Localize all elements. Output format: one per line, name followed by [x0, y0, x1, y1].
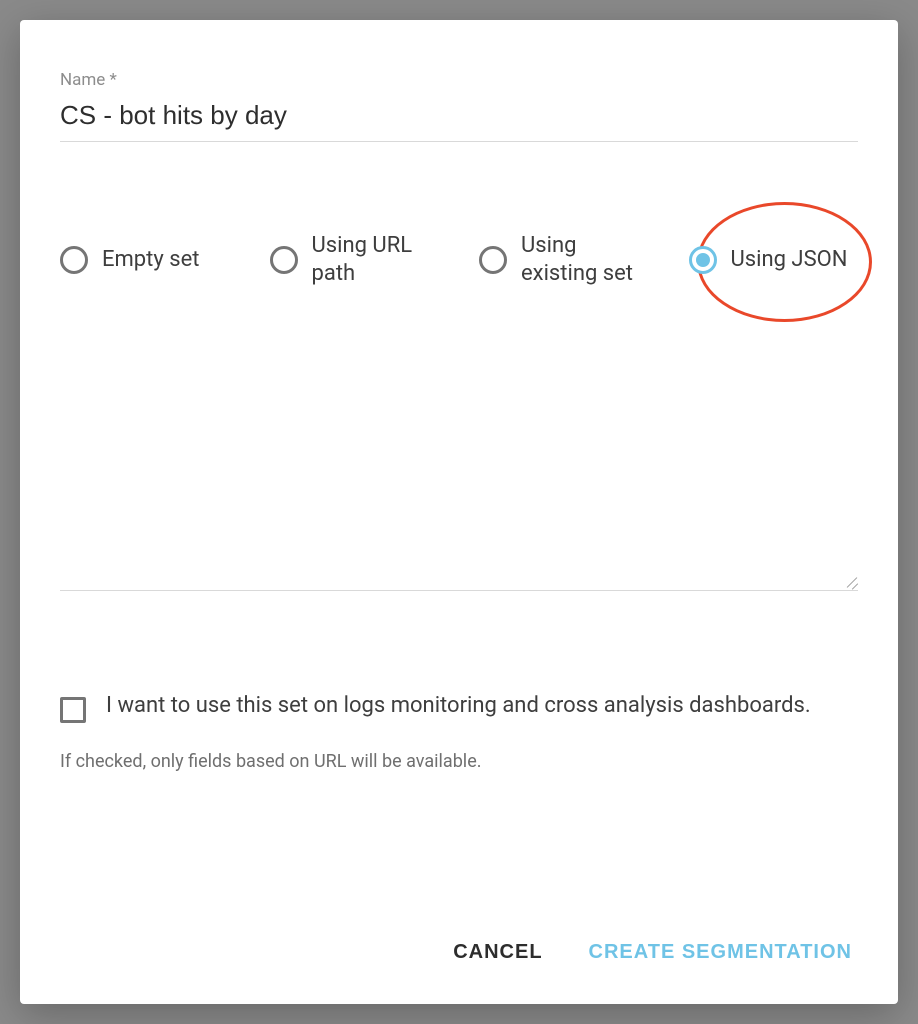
source-type-radio-group: Empty set Using URL path Using existing …: [60, 232, 858, 287]
create-segmentation-dialog: Name * Empty set Using URL path Using ex…: [20, 20, 898, 1004]
radio-icon: [60, 246, 88, 274]
name-field-label: Name *: [60, 70, 858, 90]
radio-option-url-path[interactable]: Using URL path: [270, 232, 440, 287]
cancel-button[interactable]: Cancel: [447, 931, 548, 974]
radio-label: Using URL path: [312, 232, 440, 287]
radio-label: Using JSON: [731, 246, 848, 274]
json-textarea[interactable]: [60, 311, 858, 590]
logs-monitoring-checkbox-row[interactable]: I want to use this set on logs monitorin…: [60, 691, 858, 723]
radio-icon: [479, 246, 507, 274]
checkbox-helper-text: If checked, only fields based on URL wil…: [60, 751, 858, 772]
checkbox-label: I want to use this set on logs monitorin…: [106, 691, 811, 722]
radio-option-empty-set[interactable]: Empty set: [60, 232, 230, 287]
radio-label: Empty set: [102, 246, 199, 274]
radio-icon: [689, 246, 717, 274]
checkbox-icon: [60, 697, 86, 723]
radio-option-existing-set[interactable]: Using existing set: [479, 232, 649, 287]
dialog-actions: Cancel Create Segmentation: [60, 891, 858, 974]
name-input[interactable]: [60, 96, 858, 142]
radio-icon: [270, 246, 298, 274]
json-textarea-container: [60, 311, 858, 591]
radio-option-using-json[interactable]: Using JSON: [689, 232, 859, 287]
create-segmentation-button[interactable]: Create Segmentation: [583, 931, 858, 974]
radio-label: Using existing set: [521, 232, 649, 287]
